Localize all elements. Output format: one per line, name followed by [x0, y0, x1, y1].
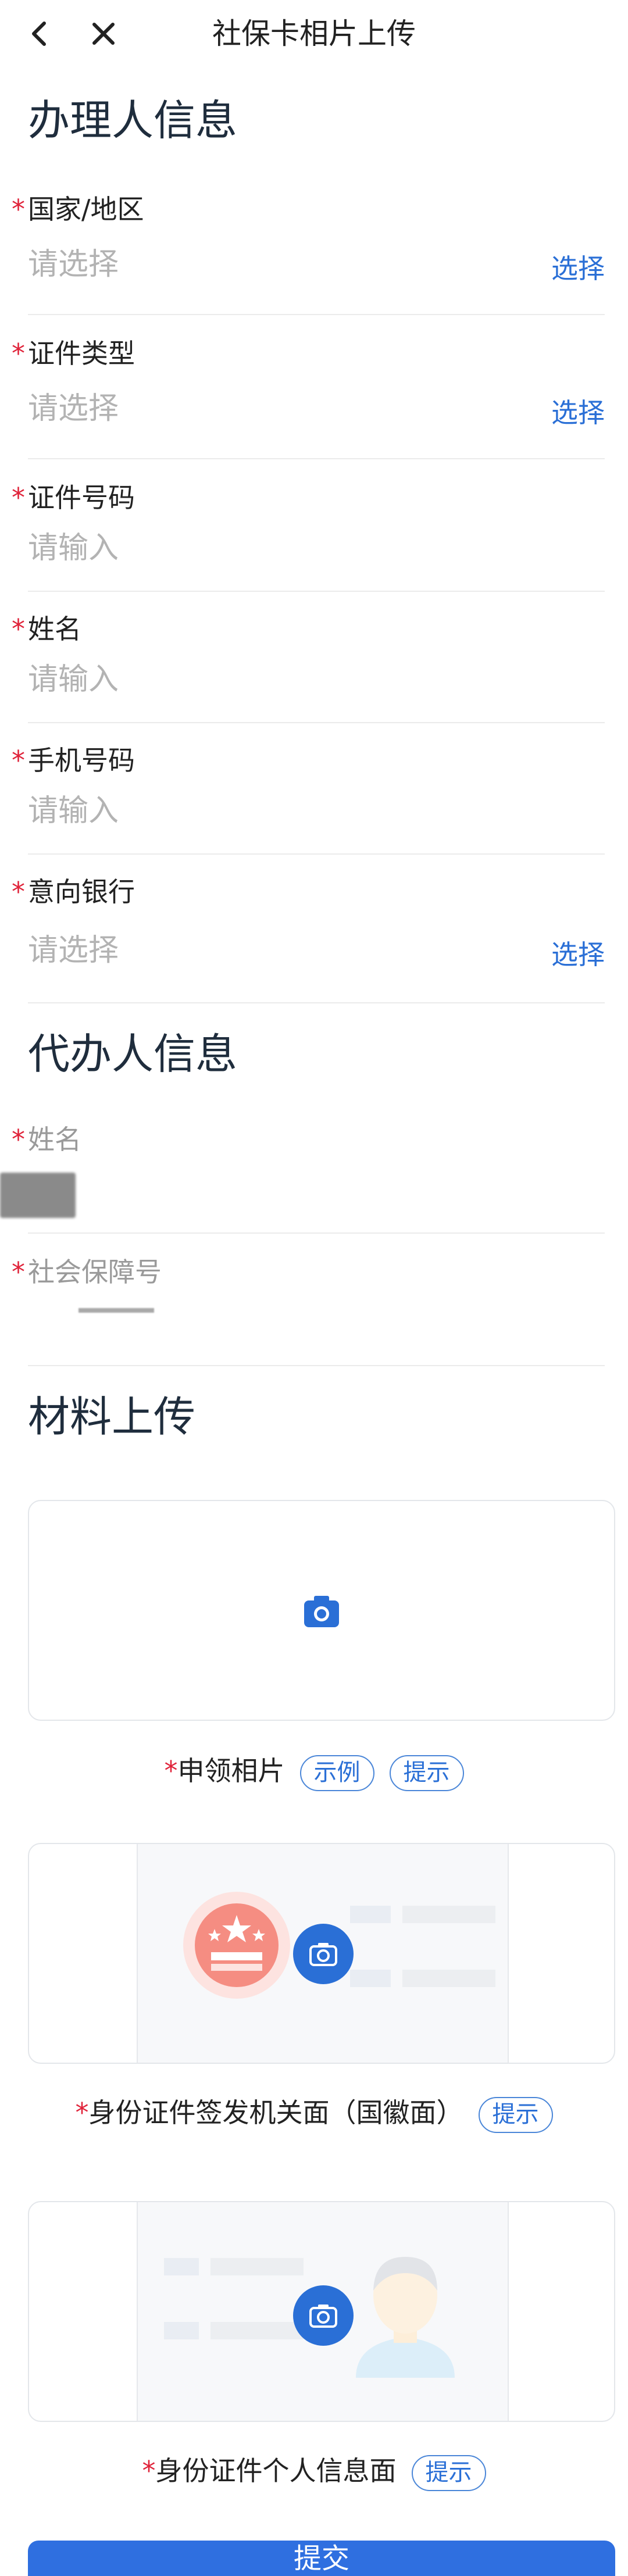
id-number-field[interactable]: * 证件号码 请输入	[0, 480, 628, 592]
required-mark: *	[142, 2455, 156, 2486]
divider	[28, 722, 605, 723]
id-info-upload-box[interactable]	[28, 2201, 615, 2422]
required-mark: *	[12, 745, 25, 776]
redacted-social-security-value	[78, 1308, 154, 1313]
id-emblem-upload-box[interactable]	[28, 1843, 615, 2064]
phone-input[interactable]: 请输入	[28, 791, 119, 831]
hint-tag-button[interactable]: 提示	[389, 1755, 464, 1791]
card-line	[164, 2322, 199, 2339]
divider	[28, 853, 605, 855]
hint-tag-button[interactable]: 提示	[411, 2454, 486, 2491]
name-input[interactable]: 请输入	[28, 659, 119, 700]
id-info-caption-text: 身份证件个人信息面	[155, 2455, 397, 2486]
card-line	[402, 1906, 495, 1923]
divider	[28, 314, 605, 315]
required-mark: *	[12, 482, 25, 513]
bank-value[interactable]: 请选择	[28, 930, 119, 971]
bank-select-button[interactable]: 选择	[551, 937, 605, 972]
divider	[28, 591, 605, 592]
photo-caption-text: 申领相片	[177, 1755, 285, 1787]
required-mark: *	[12, 338, 25, 369]
camera-icon	[304, 1596, 339, 1627]
camera-button[interactable]	[293, 2285, 354, 2346]
required-mark: *	[12, 876, 25, 908]
divider	[28, 1002, 605, 1003]
top-nav-bar: 社保卡相片上传	[0, 0, 628, 67]
bank-label: 意向银行	[28, 876, 135, 908]
country-select-button[interactable]: 选择	[551, 251, 605, 286]
submit-button[interactable]: 提交	[28, 2541, 615, 2576]
agent-section-title: 代办人信息	[28, 1030, 238, 1078]
country-value[interactable]: 请选择	[28, 244, 119, 285]
country-label: 国家/地区	[28, 194, 144, 225]
divider	[28, 1365, 605, 1366]
portrait-icon	[356, 2257, 455, 2378]
camera-icon	[309, 1943, 337, 1966]
id-info-caption: *身份证件个人信息面 提示	[0, 2453, 628, 2491]
redacted-name-value	[0, 1173, 76, 1218]
example-tag-button[interactable]: 示例	[299, 1755, 374, 1791]
national-emblem-icon	[183, 1892, 290, 1999]
required-mark: *	[12, 1124, 25, 1155]
phone-field[interactable]: * 手机号码 请输入	[0, 743, 628, 855]
divider	[28, 1232, 605, 1234]
required-mark: *	[75, 2097, 89, 2128]
id-emblem-caption: *身份证件签发机关面（国徽面） 提示	[0, 2095, 628, 2133]
card-line	[350, 1970, 391, 1987]
id-type-field[interactable]: * 证件类型 请选择 选择	[0, 336, 628, 459]
required-mark: *	[164, 1755, 178, 1787]
id-type-value[interactable]: 请选择	[28, 388, 119, 429]
required-mark: *	[12, 1256, 25, 1288]
card-line	[164, 2258, 199, 2275]
name-field[interactable]: * 姓名 请输入	[0, 612, 628, 723]
divider	[28, 458, 605, 459]
photo-upload-box[interactable]	[28, 1500, 615, 1721]
card-line	[350, 1906, 391, 1923]
card-line	[402, 1970, 495, 1987]
id-number-label: 证件号码	[28, 482, 135, 513]
upload-section-title: 材料上传	[28, 1392, 196, 1441]
country-field[interactable]: * 国家/地区 请选择 选择	[0, 192, 628, 315]
submit-label: 提交	[293, 2542, 349, 2575]
photo-caption: *申领相片 示例 提示	[0, 1753, 628, 1791]
handler-section-title: 办理人信息	[28, 96, 238, 145]
bank-field[interactable]: * 意向银行 请选择 选择	[0, 874, 628, 1003]
id-emblem-caption-text: 身份证件签发机关面（国徽面）	[88, 2097, 463, 2128]
id-type-label: 证件类型	[28, 338, 135, 369]
social-security-label: 社会保障号	[28, 1256, 162, 1288]
agent-name-label: 姓名	[28, 1124, 81, 1155]
hint-tag-button[interactable]: 提示	[478, 2096, 553, 2133]
agent-name-field[interactable]: * 姓名	[0, 1122, 628, 1234]
id-type-select-button[interactable]: 选择	[551, 395, 605, 430]
required-mark: *	[12, 194, 25, 225]
camera-icon	[309, 2305, 337, 2328]
name-label: 姓名	[28, 613, 81, 645]
phone-label: 手机号码	[28, 745, 135, 776]
page-title: 社保卡相片上传	[212, 17, 416, 51]
card-line	[210, 2258, 304, 2275]
required-mark: *	[12, 613, 25, 645]
card-line	[210, 2322, 304, 2339]
camera-button[interactable]	[293, 1924, 354, 1984]
id-number-input[interactable]: 请输入	[28, 528, 119, 569]
